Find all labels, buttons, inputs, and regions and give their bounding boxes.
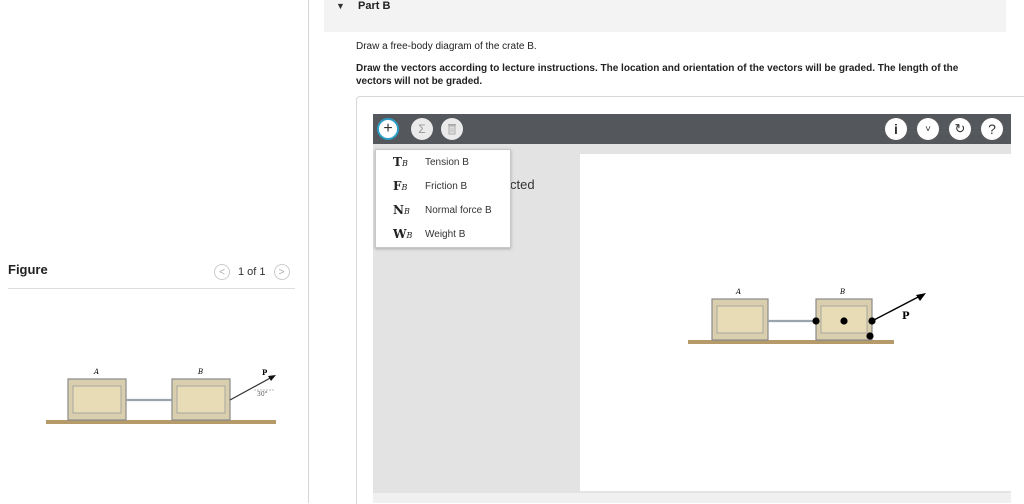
- sum-button[interactable]: Σ: [411, 118, 433, 140]
- chevron-down-icon: ˅: [925, 123, 931, 135]
- info-icon: i: [894, 121, 898, 137]
- corner-point[interactable]: [866, 332, 874, 340]
- pager-label: 1 of 1: [238, 266, 266, 278]
- angle-label: 30°: [257, 391, 268, 398]
- divider: [8, 288, 295, 289]
- part-header[interactable]: [324, 0, 1006, 32]
- delete-button[interactable]: [441, 118, 463, 140]
- menu-item-normal-force-b[interactable]: NB Normal force B: [376, 198, 510, 222]
- part-label[interactable]: Part B: [358, 0, 390, 12]
- crate-a: [67, 378, 127, 421]
- vector-menu: TB Tension B FB Friction B NB Normal for…: [375, 149, 511, 248]
- help-icon: ?: [988, 121, 996, 137]
- crate-a-label: A: [735, 288, 741, 296]
- info-button[interactable]: i: [885, 118, 907, 140]
- vector-symbol: NB: [393, 203, 410, 217]
- menu-item-label: Tension B: [425, 156, 469, 168]
- question-prompt: Draw a free-body diagram of the crate B.: [356, 41, 537, 52]
- figure-title: Figure: [8, 262, 48, 277]
- next-figure-button[interactable]: >: [273, 264, 290, 280]
- crate-b: [171, 378, 231, 421]
- menu-item-friction-b[interactable]: FB Friction B: [376, 174, 510, 198]
- left-attachment-point[interactable]: [812, 317, 820, 325]
- figure-pager: < 1 of 1 >: [214, 264, 290, 280]
- floor: [688, 340, 894, 344]
- trash-icon: [448, 124, 456, 135]
- crate-b-label: B: [197, 368, 203, 376]
- prev-figure-button[interactable]: <: [214, 264, 230, 280]
- menu-item-label: Weight B: [425, 228, 466, 240]
- force-p-label: P: [262, 368, 268, 377]
- reset-icon: ↻: [954, 121, 966, 136]
- question-instructions: Draw the vectors according to lecture in…: [356, 63, 959, 87]
- add-vector-button[interactable]: +: [377, 118, 399, 140]
- menu-item-tension-b[interactable]: TB Tension B: [376, 150, 510, 174]
- menu-item-label: Friction B: [425, 180, 468, 192]
- vector-symbol: WB: [393, 227, 413, 241]
- force-p-label: P: [902, 311, 910, 322]
- sigma-icon: Σ: [418, 122, 426, 136]
- collapse-caret-icon[interactable]: ▼: [336, 1, 345, 11]
- tool-footer: [373, 493, 1011, 503]
- force-p-arrow: [871, 294, 923, 322]
- crate-a-label: A: [93, 368, 99, 376]
- vector-symbol: TB: [393, 155, 408, 169]
- reset-button[interactable]: ↻: [949, 118, 971, 140]
- dropdown-button[interactable]: ˅: [917, 118, 939, 140]
- menu-item-weight-b[interactable]: WB Weight B: [376, 222, 510, 246]
- crate-b-label: B: [839, 288, 845, 296]
- canvas-diagram[interactable]: A B P: [688, 286, 938, 350]
- drawing-toolbar: + Σ i ˅ ↻ ?: [373, 114, 1011, 144]
- help-button[interactable]: ?: [981, 118, 1003, 140]
- menu-item-label: Normal force B: [425, 204, 492, 216]
- plus-icon: +: [383, 120, 393, 137]
- center-point[interactable]: [840, 317, 848, 325]
- side-panel-text: cted: [510, 177, 535, 192]
- figure-image: A B P 30°: [46, 368, 276, 424]
- floor: [46, 420, 276, 424]
- crate-a: [711, 298, 769, 341]
- vector-symbol: FB: [393, 179, 408, 193]
